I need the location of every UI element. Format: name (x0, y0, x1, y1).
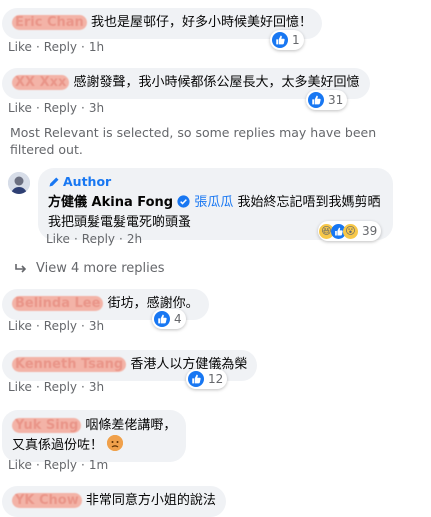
comment-text: 非常同意方小姐的說法 (85, 493, 216, 508)
reply-link[interactable]: Reply (44, 40, 77, 54)
comment-text-line1: 咽條差佬講嘢， (85, 418, 177, 433)
like-reaction-icon (154, 311, 170, 327)
like-link[interactable]: Like (8, 101, 32, 115)
reply-arrow-icon (15, 263, 27, 273)
comment-actions: Like · Reply · 3h (8, 319, 105, 333)
reply-link[interactable]: Reply (82, 232, 115, 246)
like-reaction-icon (308, 92, 324, 108)
wow-reaction-icon: 😮 (343, 223, 358, 239)
timestamp[interactable]: 2h (127, 232, 142, 246)
reply-link[interactable]: Reply (44, 458, 77, 472)
reply-reaction-count[interactable]: 😆 😮 39 (318, 221, 382, 241)
commenter-name[interactable]: XX Xxx (12, 75, 70, 90)
timestamp[interactable]: 3h (89, 319, 104, 333)
commenter-name[interactable]: Kenneth Tsang (12, 357, 127, 372)
author-badge: Author (48, 173, 381, 191)
reaction-number: 12 (208, 372, 224, 386)
comment-actions: Like · Reply · 1m (8, 458, 109, 472)
like-reaction-icon (188, 371, 204, 387)
timestamp[interactable]: 3h (89, 380, 104, 394)
commenter-name[interactable]: Belinda Lee (12, 296, 104, 311)
comment-text: 感謝發聲，我小時候都係公屋長大，太多美好回憶 (73, 75, 360, 90)
reaction-number: 39 (362, 224, 378, 238)
like-link[interactable]: Like (46, 232, 70, 246)
commenter-name[interactable]: YK Chow (12, 493, 82, 508)
filter-notice: Most Relevant is selected, so some repli… (10, 125, 377, 157)
reaction-number: 1 (292, 33, 300, 47)
comment-actions: Like · Reply · 1h (8, 40, 105, 54)
reaction-count[interactable]: 4 (152, 309, 186, 329)
like-reaction-icon (272, 32, 288, 48)
comment-text: 街坊，感謝你。 (107, 296, 199, 311)
comment-actions: Like · Reply · 3h (8, 380, 105, 394)
like-link[interactable]: Like (8, 458, 32, 472)
reply-author-name[interactable]: 方健儀 Akina Fong (48, 195, 173, 210)
comment-text-line2: 又真係過份咗！ (12, 438, 104, 453)
pencil-icon (49, 177, 59, 187)
view-more-label: View 4 more replies (36, 261, 165, 276)
reaction-number: 31 (328, 93, 344, 107)
reaction-number: 4 (174, 312, 182, 326)
like-link[interactable]: Like (8, 319, 32, 333)
reply-link[interactable]: Reply (44, 319, 77, 333)
reply-link[interactable]: Reply (44, 380, 77, 394)
commenter-name[interactable]: Yuk Sing (12, 418, 82, 433)
author-badge-label: Author (63, 174, 112, 189)
reply-text-line1: 我始終忘記唔到我媽剪晒 (237, 195, 381, 210)
comment-bubble: Yuk Sing 咽條差佬講嘢， 又真係過份咗！ (2, 410, 187, 462)
reply-link[interactable]: Reply (44, 101, 77, 115)
timestamp[interactable]: 1h (89, 40, 104, 54)
view-more-replies[interactable]: View 4 more replies (14, 261, 165, 276)
author-avatar[interactable] (8, 172, 30, 194)
comment-text: 香港人以方健儀為榮 (130, 357, 248, 372)
verified-badge-icon (177, 195, 190, 214)
comment-bubble: YK Chow 非常同意方小姐的說法 (2, 486, 226, 517)
reaction-count[interactable]: 1 (270, 30, 304, 50)
comment-text: 我也是屋邨仔，好多小時候美好回憶！ (90, 15, 312, 30)
timestamp[interactable]: 1m (89, 458, 108, 472)
timestamp[interactable]: 3h (89, 101, 104, 115)
reaction-count[interactable]: 31 (306, 90, 348, 110)
tagged-user[interactable]: 張瓜瓜 (194, 195, 233, 210)
commenter-name[interactable]: Eric Chan (12, 15, 87, 30)
reply-actions: Like · Reply · 2h (46, 232, 143, 246)
like-link[interactable]: Like (8, 40, 32, 54)
angry-emoji-icon (107, 435, 124, 451)
reaction-count[interactable]: 12 (186, 369, 228, 389)
comment-actions: Like · Reply · 3h (8, 101, 105, 115)
like-link[interactable]: Like (8, 380, 32, 394)
